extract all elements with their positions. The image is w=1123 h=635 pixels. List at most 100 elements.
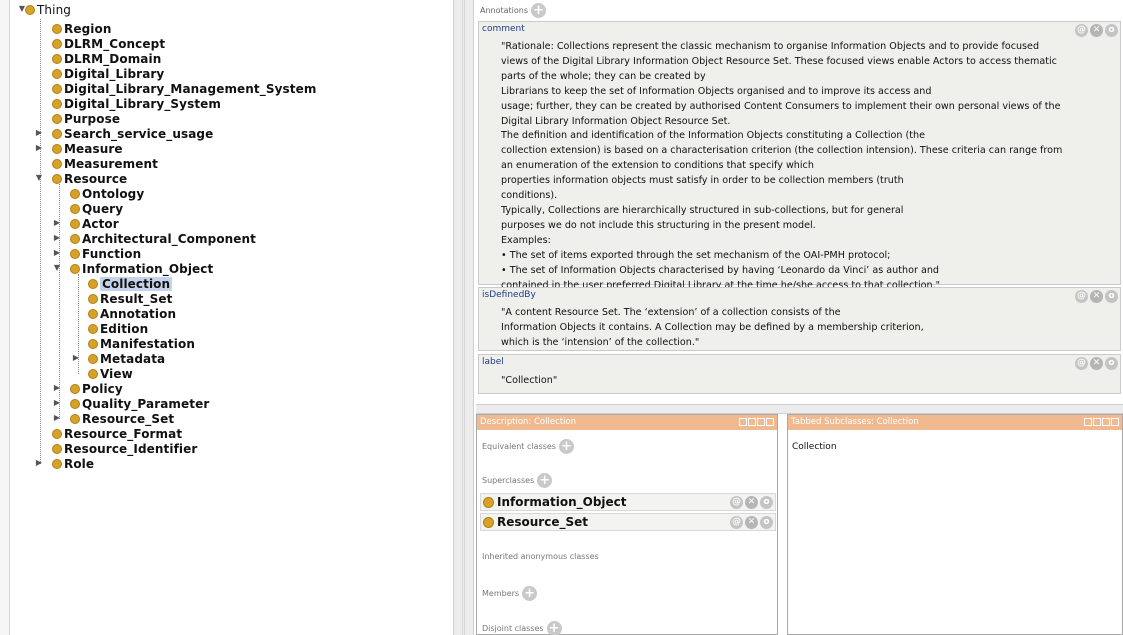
tree-node[interactable]: Actor [70, 216, 119, 231]
float-icon[interactable] [739, 418, 747, 426]
horizontal-splitter[interactable] [476, 404, 1123, 414]
tree-node[interactable]: Metadata [88, 351, 165, 366]
superclass-item[interactable]: Information_Object @ ✕ o [480, 493, 776, 511]
add-icon[interactable]: + [546, 621, 562, 635]
annotate-icon[interactable]: @ [730, 516, 743, 529]
delete-icon[interactable]: ✕ [745, 496, 758, 509]
tree-node[interactable]: Policy [70, 381, 123, 396]
tree-node[interactable]: Result_Set [88, 291, 172, 306]
tree-node[interactable]: Digital_Library_System [52, 96, 221, 111]
edit-icon[interactable]: o [760, 496, 773, 509]
expand-arrow-icon[interactable]: ▶ [53, 384, 61, 392]
annotation-property[interactable]: label [482, 357, 504, 367]
maximize-icon[interactable] [1102, 418, 1110, 426]
expand-arrow-icon[interactable]: ▶ [53, 399, 61, 407]
tree-node[interactable]: Resource_Set [70, 411, 174, 426]
tree-node[interactable]: Measurement [52, 156, 158, 171]
annotate-icon[interactable]: @ [1075, 24, 1088, 37]
annotate-icon[interactable]: @ [730, 496, 743, 509]
minimize-icon[interactable] [748, 418, 756, 426]
delete-icon[interactable]: ✕ [745, 516, 758, 529]
annotations-title: Annotations [480, 5, 529, 15]
tree-node[interactable]: View [88, 366, 133, 381]
close-icon[interactable] [1111, 418, 1119, 426]
delete-icon[interactable]: ✕ [1090, 290, 1103, 303]
add-icon[interactable]: + [537, 473, 553, 488]
row-actions: @ ✕ o [730, 496, 773, 509]
vertical-splitter[interactable] [453, 0, 474, 635]
tree-node[interactable]: Architectural_Component [70, 231, 256, 246]
class-hierarchy-tree[interactable]: ▼ Thing Region DLRM_Concept DLRM_Domain … [0, 0, 452, 635]
add-icon[interactable]: + [522, 586, 538, 601]
expand-arrow-icon[interactable]: ▶ [72, 354, 80, 362]
tree-node[interactable]: Purpose [52, 111, 120, 126]
class-dot-icon [52, 113, 62, 124]
add-icon[interactable]: + [558, 439, 574, 454]
annotation-value: "Collection" [501, 375, 558, 386]
tree-node[interactable]: Edition [88, 321, 148, 336]
delete-icon[interactable]: ✕ [1090, 357, 1103, 370]
tree-node[interactable]: Manifestation [88, 336, 195, 351]
expand-arrow-icon[interactable]: ▶ [35, 144, 43, 152]
expand-arrow-icon[interactable]: ▶ [53, 414, 61, 422]
tree-node[interactable]: Measure [52, 141, 123, 156]
subclass-tab[interactable]: Collection [792, 442, 837, 452]
tree-node[interactable]: Query [70, 201, 123, 216]
tree-node[interactable]: Resource [52, 171, 127, 186]
collapse-arrow-icon[interactable]: ▼ [53, 264, 61, 272]
add-annotation-button[interactable]: + [531, 2, 547, 18]
expand-arrow-icon[interactable]: ▶ [35, 129, 43, 137]
close-icon[interactable] [766, 418, 774, 426]
class-dot-icon [70, 188, 80, 199]
tree-node[interactable]: Quality_Parameter [70, 396, 209, 411]
expand-arrow-icon[interactable]: ▶ [53, 219, 61, 227]
edit-icon[interactable]: o [1105, 290, 1118, 303]
members-section: Members + [482, 586, 538, 601]
tree-node[interactable]: Digital_Library_Management_System [52, 81, 316, 96]
class-dot-icon [52, 128, 62, 139]
float-icon[interactable] [1084, 418, 1092, 426]
tree-node[interactable]: Annotation [88, 306, 176, 321]
maximize-icon[interactable] [757, 418, 765, 426]
expand-arrow-icon[interactable]: ▶ [53, 234, 61, 242]
annotate-icon[interactable]: @ [1075, 290, 1088, 303]
tree-node[interactable]: Ontology [70, 186, 144, 201]
tree-connector [40, 19, 41, 464]
tree-node[interactable]: Digital_Library [52, 66, 164, 81]
tree-node[interactable]: Resource_Format [52, 426, 182, 441]
expand-arrow-icon[interactable]: ▶ [35, 459, 43, 467]
edit-icon[interactable]: o [1105, 24, 1118, 37]
equivalent-classes-section: Equivalent classes + [482, 439, 574, 454]
minimize-icon[interactable] [1093, 418, 1101, 426]
edit-icon[interactable]: o [1105, 357, 1118, 370]
tree-node-selected[interactable]: Collection [88, 276, 173, 291]
expand-arrow-icon[interactable]: ▶ [53, 249, 61, 257]
tree-node[interactable]: DLRM_Concept [52, 36, 165, 51]
tree-node[interactable]: Information_Object [70, 261, 213, 276]
class-dot-icon [483, 516, 494, 528]
tree-node[interactable]: Role [52, 456, 94, 471]
tree-node[interactable]: Search_service_usage [52, 126, 213, 141]
edit-icon[interactable]: o [760, 516, 773, 529]
annotate-icon[interactable]: @ [1075, 357, 1088, 370]
tree-node-thing[interactable]: Thing [25, 2, 71, 17]
class-dot-icon [52, 458, 62, 469]
class-dot-icon [52, 38, 62, 49]
annotation-value: "A content Resource Set. The ‘extension’… [501, 307, 924, 348]
delete-icon[interactable]: ✕ [1090, 24, 1103, 37]
tree-node[interactable]: Region [52, 21, 111, 36]
annotation-property[interactable]: isDefinedBy [482, 290, 536, 300]
class-dot-icon [70, 263, 80, 274]
collapse-arrow-icon[interactable]: ▼ [35, 174, 43, 182]
tree-node[interactable]: Function [70, 246, 141, 261]
tree-node[interactable]: Resource_Identifier [52, 441, 197, 456]
inherited-anonymous-section: Inherited anonymous classes [482, 552, 599, 561]
superclass-item[interactable]: Resource_Set @ ✕ o [480, 513, 776, 531]
annotation-property[interactable]: comment [482, 24, 525, 34]
row-actions: @ ✕ o [730, 516, 773, 529]
panel-title: Tabbed Subclasses: Collection [791, 417, 919, 427]
splitter-grip[interactable] [462, 0, 465, 635]
tree-node[interactable]: DLRM_Domain [52, 51, 161, 66]
panel-title: Description: Collection [480, 417, 577, 427]
window-buttons [1084, 418, 1119, 426]
